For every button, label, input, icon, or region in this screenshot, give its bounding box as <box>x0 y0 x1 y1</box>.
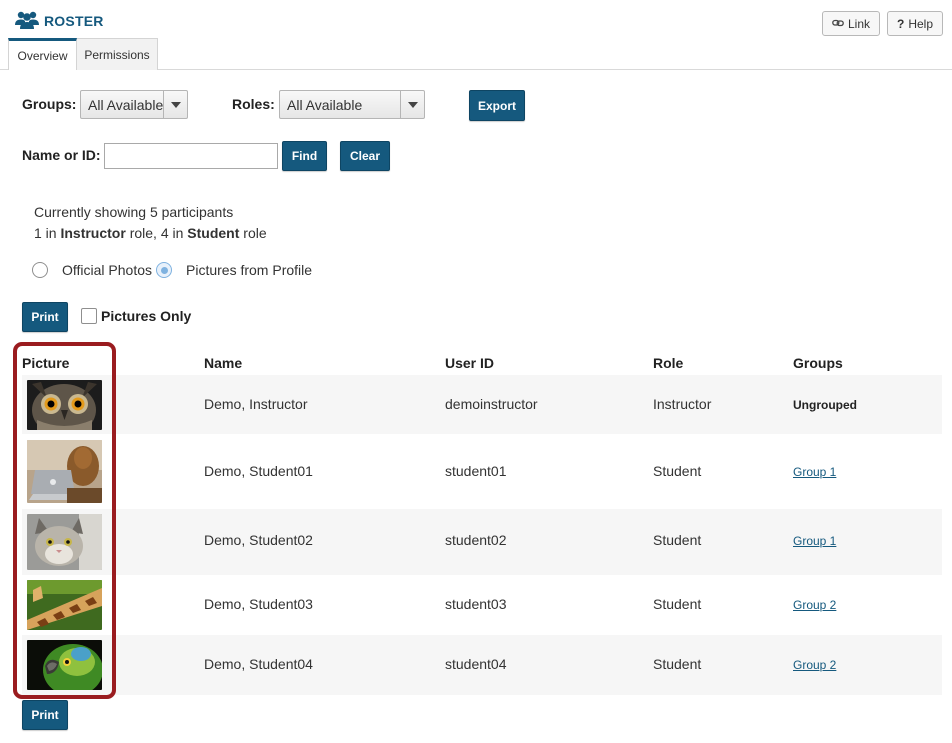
groups-label: Groups: <box>22 96 77 112</box>
find-button[interactable]: Find <box>282 141 327 171</box>
participant-name[interactable]: Demo, Instructor <box>204 396 307 412</box>
participant-group: Ungrouped <box>793 398 857 412</box>
help-label: Help <box>908 16 934 31</box>
print-button-bottom[interactable]: Print <box>22 700 68 730</box>
help-button[interactable]: ? Help <box>887 11 943 36</box>
pictures-only-checkbox[interactable] <box>81 308 97 324</box>
participant-group-link[interactable]: Group 2 <box>793 658 836 672</box>
pictures-only-label: Pictures Only <box>101 308 192 324</box>
participant-user-id: student02 <box>445 532 507 548</box>
column-header-role[interactable]: Role <box>653 355 683 371</box>
name-or-id-label: Name or ID: <box>22 147 101 163</box>
participant-role: Student <box>653 596 702 612</box>
link-icon <box>832 17 844 31</box>
print-button-top[interactable]: Print <box>22 302 68 332</box>
participant-group-link[interactable]: Group 1 <box>793 465 836 479</box>
official-photos-radio[interactable] <box>32 262 48 278</box>
participant-role: Student <box>653 532 702 548</box>
roles-select[interactable]: All Available <box>279 90 425 119</box>
name-or-id-input[interactable] <box>104 143 278 169</box>
role-summary-text: role, 4 in <box>125 225 188 241</box>
help-icon: ? <box>896 16 905 31</box>
role-summary-text: role <box>239 225 267 241</box>
participant-group-link[interactable]: Group 2 <box>793 598 836 612</box>
participant-role: Student <box>653 463 702 479</box>
groups-select[interactable]: All Available <box>80 90 188 119</box>
roles-select-value: All Available <box>287 96 363 113</box>
column-header-name[interactable]: Name <box>204 355 242 371</box>
participant-name[interactable]: Demo, Student04 <box>204 656 313 672</box>
participant-name[interactable]: Demo, Student02 <box>204 532 313 548</box>
instructor-role-label: Instructor <box>60 225 126 241</box>
tool-title: ROSTER <box>15 10 104 32</box>
pictures-from-profile-label: Pictures from Profile <box>186 262 313 278</box>
link-button[interactable]: Link <box>822 11 880 36</box>
link-label: Link <box>847 16 870 31</box>
participant-user-id: demoinstructor <box>445 396 538 412</box>
official-photos-label: Official Photos <box>62 262 153 278</box>
users-icon <box>15 10 39 33</box>
participant-count: Currently showing 5 participants <box>34 204 234 220</box>
pictures-from-profile-radio[interactable] <box>156 262 172 278</box>
clear-button[interactable]: Clear <box>340 141 390 171</box>
participant-role: Instructor <box>653 396 712 412</box>
participant-user-id: student04 <box>445 656 507 672</box>
tab-overview[interactable]: Overview <box>8 38 77 70</box>
role-summary-text: 1 in <box>34 225 61 241</box>
participant-name[interactable]: Demo, Student01 <box>204 463 313 479</box>
chevron-down-icon <box>400 91 424 118</box>
picture-column-highlight <box>13 342 116 699</box>
roles-label: Roles: <box>232 96 275 112</box>
tab-permissions[interactable]: Permissions <box>76 38 158 70</box>
column-header-user-id[interactable]: User ID <box>445 355 494 371</box>
participant-group-link[interactable]: Group 1 <box>793 534 836 548</box>
role-summary: 1 in Instructor role, 4 in Student role <box>34 225 267 241</box>
chevron-down-icon <box>163 91 187 118</box>
student-role-label: Student <box>187 225 240 241</box>
participant-user-id: student01 <box>445 463 507 479</box>
export-button[interactable]: Export <box>469 90 525 121</box>
column-header-groups[interactable]: Groups <box>793 355 843 371</box>
groups-select-value: All Available <box>88 96 164 113</box>
participant-name[interactable]: Demo, Student03 <box>204 596 313 612</box>
page-title: ROSTER <box>44 13 104 29</box>
participant-role: Student <box>653 656 702 672</box>
participant-user-id: student03 <box>445 596 507 612</box>
